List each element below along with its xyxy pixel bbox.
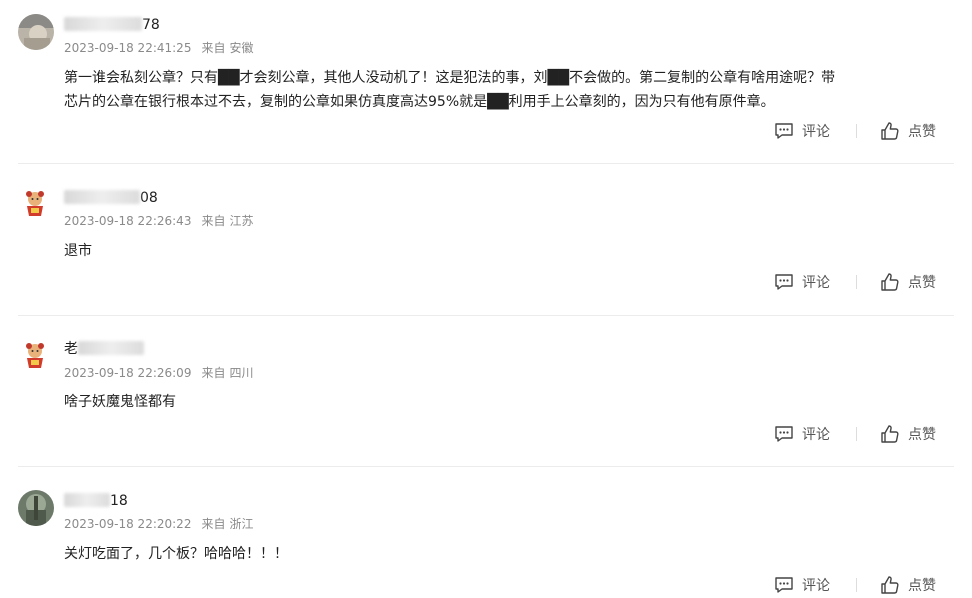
comment-meta: 2023-09-18 22:20:22 来自 浙江 xyxy=(64,516,253,532)
from-label: 来自 xyxy=(201,214,226,228)
username[interactable]: 78 xyxy=(64,16,160,34)
comment-content: 关灯吃面了，几个板？哈哈哈！！！ xyxy=(64,542,944,566)
from-label: 来自 xyxy=(201,41,226,55)
comment-location: 安徽 xyxy=(229,41,254,55)
comment-divider xyxy=(18,315,954,316)
reply-label: 评论 xyxy=(802,275,830,291)
comment-meta: 2023-09-18 22:26:09 来自 四川 xyxy=(64,365,253,381)
like-button[interactable]: 点赞 xyxy=(880,271,936,293)
comment-bubble-icon xyxy=(775,274,793,290)
reply-label: 评论 xyxy=(802,124,830,140)
comment-time: 2023-09-18 22:26:43 xyxy=(64,214,192,228)
username-redacted xyxy=(64,493,110,507)
action-divider xyxy=(856,124,857,138)
content-line: 关灯吃面了，几个板？哈哈哈！！！ xyxy=(64,546,288,562)
username-redacted xyxy=(78,341,144,355)
reply-label: 评论 xyxy=(802,427,830,443)
comment-location: 江苏 xyxy=(229,214,254,228)
reply-button[interactable]: 评论 xyxy=(774,423,830,445)
like-label: 点赞 xyxy=(908,275,936,291)
comment-divider xyxy=(18,466,954,467)
content-line: 第一谁会私刻公章？只有██才会刻公章，其他人没动机了！这是犯法的事，刘██不会做… xyxy=(64,70,836,86)
comment-divider xyxy=(18,163,954,164)
comment-actions: 评论 点赞 xyxy=(772,271,952,293)
from-label: 来自 xyxy=(201,366,226,380)
comment-meta: 2023-09-18 22:26:43 来自 江苏 xyxy=(64,213,253,229)
reply-label: 评论 xyxy=(802,578,830,594)
comment-location: 四川 xyxy=(229,366,254,380)
action-divider xyxy=(856,578,857,592)
thumbs-up-icon xyxy=(881,273,899,291)
comment-time: 2023-09-18 22:20:22 xyxy=(64,517,192,531)
thumbs-up-icon xyxy=(881,425,899,443)
comment-content: 啥子妖魔鬼怪都有 xyxy=(64,390,944,414)
action-divider xyxy=(856,275,857,289)
like-label: 点赞 xyxy=(908,427,936,443)
like-label: 点赞 xyxy=(908,124,936,140)
avatar-photo xyxy=(18,14,54,50)
comment-time: 2023-09-18 22:26:09 xyxy=(64,366,192,380)
like-button[interactable]: 点赞 xyxy=(880,423,936,445)
reply-button[interactable]: 评论 xyxy=(774,271,830,293)
comment-bubble-icon xyxy=(775,577,793,593)
mascot-avatar-icon xyxy=(26,343,44,368)
comment-bubble-icon xyxy=(775,123,793,139)
content-line: 芯片的公章在银行根本过不去，复制的公章如果仿真度高达95%就是██利用手上公章刻… xyxy=(64,94,775,110)
username[interactable]: 08 xyxy=(64,189,158,207)
avatar[interactable] xyxy=(18,14,54,50)
comment-content: 第一谁会私刻公章？只有██才会刻公章，其他人没动机了！这是犯法的事，刘██不会做… xyxy=(64,66,944,114)
comment-actions: 评论 点赞 xyxy=(772,423,952,445)
like-button[interactable]: 点赞 xyxy=(880,120,936,142)
from-label: 来自 xyxy=(201,517,226,531)
comment-actions: 评论 点赞 xyxy=(772,120,952,142)
thumbs-up-icon xyxy=(881,576,899,594)
avatar-photo xyxy=(18,490,54,526)
like-button[interactable]: 点赞 xyxy=(880,574,936,596)
avatar[interactable] xyxy=(20,188,50,218)
username[interactable]: 老 xyxy=(64,340,144,358)
reply-button[interactable]: 评论 xyxy=(774,574,830,596)
comment-content: 退市 xyxy=(64,239,944,263)
username[interactable]: 18 xyxy=(64,492,128,510)
thumbs-up-icon xyxy=(881,122,899,140)
mascot-avatar-icon xyxy=(26,191,44,216)
content-line: 啥子妖魔鬼怪都有 xyxy=(64,394,176,410)
reply-button[interactable]: 评论 xyxy=(774,120,830,142)
avatar[interactable] xyxy=(20,340,50,370)
comment-meta: 2023-09-18 22:41:25 来自 安徽 xyxy=(64,40,253,56)
username-redacted xyxy=(64,17,142,31)
content-line: 退市 xyxy=(64,243,92,259)
comment-bubble-icon xyxy=(775,426,793,442)
action-divider xyxy=(856,427,857,441)
comment-time: 2023-09-18 22:41:25 xyxy=(64,41,192,55)
comment-location: 浙江 xyxy=(229,517,254,531)
comment-actions: 评论 点赞 xyxy=(772,574,952,596)
like-label: 点赞 xyxy=(908,578,936,594)
username-redacted xyxy=(64,190,140,204)
avatar[interactable] xyxy=(18,490,54,526)
